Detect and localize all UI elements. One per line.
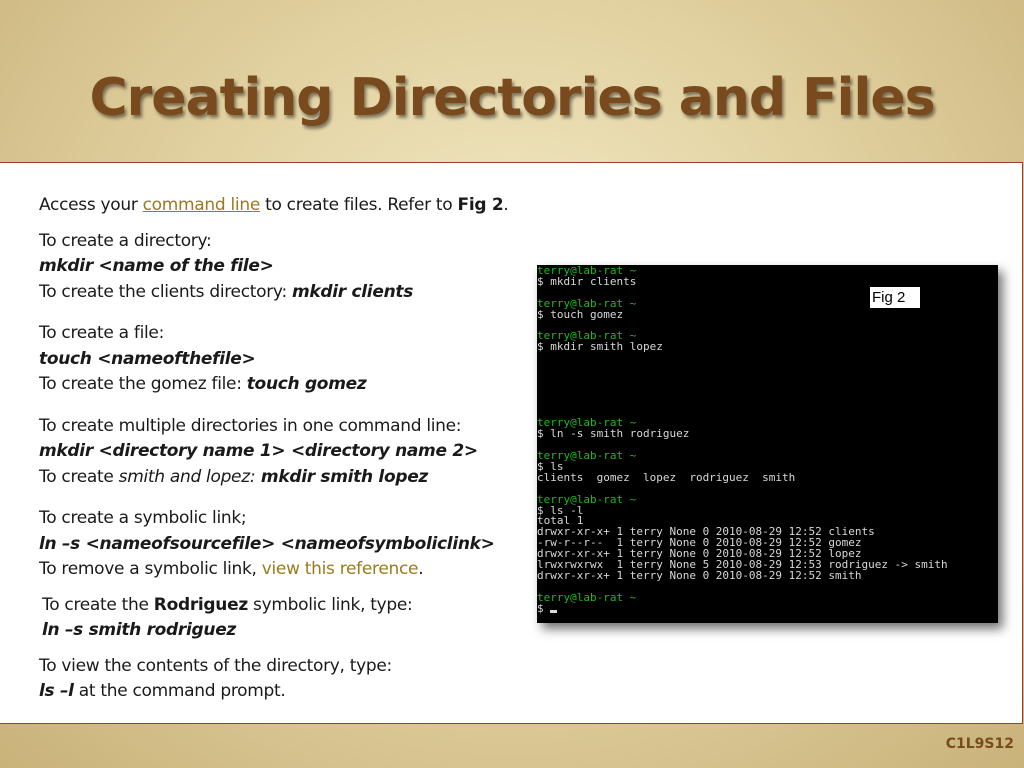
view-post: at the command prompt.	[73, 681, 286, 701]
link-remove-end: .	[418, 559, 424, 579]
link-syntax: ln –s <nameofsourcefile> <nameofsymbolic…	[39, 533, 495, 554]
multi-example-command: mkdir smith lopez	[255, 466, 429, 487]
view-heading: To view the contents of the directory, t…	[39, 655, 392, 676]
terminal-screenshot: terry@lab-rat ~ $ mkdir clients terry@lab-…	[537, 265, 998, 623]
rod-heading: To create the Rodriguez symbolic link, t…	[39, 593, 519, 619]
terminal-output-line: $ touch gomez	[537, 307, 624, 321]
multi-syntax: mkdir <directory name 1> <directory name…	[39, 441, 478, 461]
view-line: ls –l at the command prompt.	[39, 679, 519, 705]
terminal-cursor	[550, 609, 558, 613]
fig-reference: Fig 2	[457, 195, 504, 215]
file-heading: To create a file:	[39, 323, 165, 343]
terminal-lines: terry@lab-rat ~ $ mkdir clients terry@lab-…	[537, 265, 948, 615]
command-line-link[interactable]: command line	[143, 195, 261, 215]
rod-bold: Rodriguez	[153, 594, 248, 615]
multi-example-italic: smith and lopez:	[118, 466, 256, 487]
file-example: To create the gomez file: touch gomez	[39, 372, 519, 398]
intro-text: Access your	[39, 195, 143, 215]
rod-pre: To create the	[42, 594, 154, 615]
intro-paragraph: Access your command line to create files…	[39, 193, 519, 219]
view-command: ls –l	[39, 681, 74, 701]
link-remove: To remove a symbolic link, view this ref…	[39, 557, 519, 583]
dir-example-label: To create the clients directory:	[39, 281, 292, 302]
file-example-command: touch gomez	[246, 374, 367, 394]
terminal-prompt-line: terry@lab-rat ~	[537, 492, 637, 506]
intro-end: .	[503, 195, 509, 215]
terminal-output-line: drwxr-xr-x+ 1 terry None 0 2010-08-29 12…	[537, 568, 862, 582]
view-reference-link[interactable]: view this reference	[262, 559, 419, 579]
file-example-label: To create the gomez file:	[39, 374, 247, 394]
slide-number: C1L9S12	[945, 736, 1014, 752]
fig-label: Fig 2	[870, 287, 920, 308]
link-remove-label: To remove a symbolic link,	[39, 559, 262, 579]
intro-text-mid: to create files. Refer to	[259, 195, 458, 215]
terminal-output-line: $ ls -l	[537, 503, 584, 517]
dir-heading: To create a directory:	[39, 230, 212, 251]
dir-syntax: mkdir <name of the file>	[39, 256, 274, 276]
multi-heading: To create multiple directories in one co…	[39, 415, 462, 436]
terminal-prompt-line: terry@lab-rat ~	[537, 449, 637, 463]
link-heading: To create a symbolic link;	[39, 508, 247, 528]
terminal-output-line: $ mkdir smith lopez	[537, 340, 663, 354]
multi-example-label: To create	[39, 466, 119, 487]
content-panel: Access your command line to create files…	[0, 162, 1023, 724]
dir-example: To create the clients directory: mkdir c…	[39, 280, 519, 306]
slide-title: Creating Directories and Files	[89, 68, 935, 128]
terminal-output-line: $ ln -s smith rodriguez	[537, 427, 690, 441]
file-syntax: touch <nameofthefile>	[39, 348, 256, 369]
terminal-output-line: clients gomez lopez rodriguez smith	[537, 470, 796, 484]
rod-post: symbolic link, type:	[247, 594, 413, 615]
rod-command: ln –s smith rodriguez	[42, 620, 237, 640]
instructions-text: Access your command line to create files…	[39, 193, 519, 705]
dir-example-command: mkdir clients	[291, 281, 414, 302]
terminal-prompt-line: terry@lab-rat ~	[537, 590, 637, 604]
multi-example: To create smith and lopez: mkdir smith l…	[39, 465, 519, 491]
terminal-output-line: $	[537, 603, 948, 615]
